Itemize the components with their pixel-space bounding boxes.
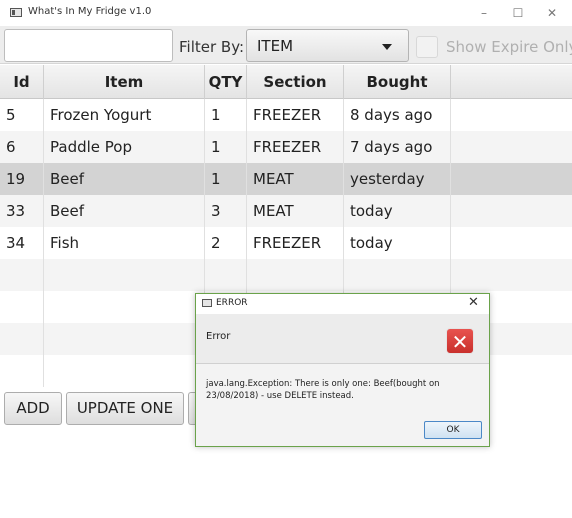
filter-field-select[interactable]: ITEM [246,29,409,62]
cell-qty: 1 [205,131,247,163]
cell-section: MEAT [247,195,344,227]
filter-by-label: Filter By: [179,38,245,56]
cell-item: Beef [44,195,205,227]
filter-text-input[interactable] [4,29,173,62]
app-window-icon [10,8,22,17]
empty-cell [44,291,205,323]
table-row[interactable]: 5 Frozen Yogurt 1 FREEZER 8 days ago [0,99,572,131]
cell-id: 5 [0,99,44,131]
dialog-titlebar: ERROR ✕ [196,294,489,314]
cell-id: 34 [0,227,44,259]
dialog-window-icon [202,299,212,307]
add-button[interactable]: ADD [4,392,62,425]
table-row[interactable]: 34 Fish 2 FREEZER today [0,227,572,259]
cell-section: FREEZER [247,99,344,131]
empty-cell [0,291,44,323]
empty-table-row[interactable] [0,259,572,291]
window-title: What's In My Fridge v1.0 [28,6,152,17]
cell-bought: 7 days ago [344,131,451,163]
empty-cell [44,323,205,355]
error-icon: ✕ [446,328,474,354]
empty-cell [205,259,247,291]
cell-qty: 1 [205,99,247,131]
column-header-qty[interactable]: QTY [205,65,247,99]
cell-id: 19 [0,163,44,195]
empty-cell [0,259,44,291]
cell-section: FREEZER [247,227,344,259]
dialog-title: ERROR [216,298,248,308]
window-titlebar: What's In My Fridge v1.0 – ☐ ✕ [0,0,572,26]
cell-id: 6 [0,131,44,163]
update-one-button[interactable]: UPDATE ONE [66,392,184,425]
table-header: Id Item QTY Section Bought [0,65,572,99]
cell-qty: 2 [205,227,247,259]
cell-bought: today [344,195,451,227]
column-header-item[interactable]: Item [44,65,205,99]
cell-item: Beef [44,163,205,195]
filter-toolbar: Filter By: ITEM Show Expire Only [0,26,572,64]
empty-cell [451,131,572,163]
table-row[interactable]: 6 Paddle Pop 1 FREEZER 7 days ago [0,131,572,163]
dialog-header: Error ✕ [196,314,489,364]
column-header-filler [451,65,572,99]
ok-button[interactable]: OK [424,421,482,439]
show-expire-label[interactable]: Show Expire Only [446,38,572,56]
column-header-bought[interactable]: Bought [344,65,451,99]
show-expire-checkbox[interactable] [416,36,438,58]
dialog-message: java.lang.Exception: There is only one: … [206,379,440,401]
column-header-section[interactable]: Section [247,65,344,99]
column-header-id[interactable]: Id [0,65,44,99]
empty-cell [44,259,205,291]
empty-cell [451,163,572,195]
cell-section: FREEZER [247,131,344,163]
cell-item: Paddle Pop [44,131,205,163]
cell-item: Frozen Yogurt [44,99,205,131]
cell-qty: 3 [205,195,247,227]
empty-cell [451,195,572,227]
chevron-down-icon [382,44,392,50]
cell-qty: 1 [205,163,247,195]
cell-bought: yesterday [344,163,451,195]
table-row[interactable]: 19 Beef 1 MEAT yesterday [0,163,572,195]
empty-cell [0,323,44,355]
empty-cell [344,259,451,291]
empty-cell [451,259,572,291]
cell-id: 33 [0,195,44,227]
error-dialog: ERROR ✕ Error ✕ java.lang.Exception: The… [195,293,490,447]
cell-bought: 8 days ago [344,99,451,131]
minimize-button[interactable]: – [470,5,498,21]
empty-cell [451,227,572,259]
cell-section: MEAT [247,163,344,195]
cell-item: Fish [44,227,205,259]
table-row[interactable]: 33 Beef 3 MEAT today [0,195,572,227]
empty-cell [0,355,44,387]
close-button[interactable]: ✕ [538,5,566,21]
empty-cell [451,99,572,131]
empty-cell [247,259,344,291]
cell-bought: today [344,227,451,259]
maximize-button[interactable]: ☐ [504,5,532,21]
dialog-header-text: Error [206,331,231,342]
empty-cell [44,355,205,387]
dialog-close-button[interactable]: ✕ [468,295,479,310]
filter-select-value: ITEM [257,37,294,55]
